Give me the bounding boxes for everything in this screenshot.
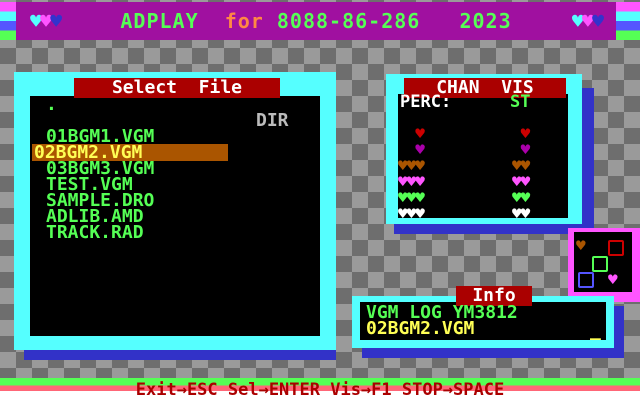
year: 2023	[459, 9, 512, 33]
app-name: ADPLAY	[120, 9, 199, 33]
title-bar: ♥♥♥ ADPLAY for 8088-86-286 2023 ♥♥♥	[16, 2, 616, 40]
file-entry[interactable]: TRACK.RAD	[46, 224, 144, 242]
help-text: Exit→ESC Sel→ENTER Vis→F1 STOP→SPACE	[135, 380, 505, 400]
heart-icon: ♥	[591, 9, 604, 33]
perc-label: PERC:	[400, 92, 452, 112]
file-panel-title: Select File	[74, 78, 280, 98]
dir-label: DIR	[256, 110, 289, 131]
app-title: ADPLAY for 8088-86-286 2023	[120, 9, 511, 33]
perc-meter-row: ♥♥♥	[398, 204, 425, 223]
info-file-line: 02BGM2.VGM	[366, 318, 475, 339]
text-cursor: _	[590, 320, 601, 341]
heart-icon: ♥	[40, 9, 52, 33]
title-hearts-left: ♥♥♥	[30, 9, 62, 33]
platforms: 8088-86-286	[276, 9, 421, 33]
title-hearts-right: ♥♥♥	[571, 9, 604, 33]
red-face-icon	[608, 240, 624, 256]
green-face-icon	[592, 256, 608, 272]
file-entry-parent[interactable]: .	[46, 96, 57, 114]
help-bar: Exit→ESC Sel→ENTER Vis→F1 STOP→SPACE	[0, 378, 640, 400]
heart-icon: ♥	[581, 9, 594, 33]
st-meter-row: ♥♥	[512, 204, 530, 223]
title-bar-right-stripe	[612, 2, 640, 40]
heart-icon: ♥	[576, 236, 586, 255]
heart-icon: ♥	[608, 270, 618, 289]
heart-icon: ♥	[50, 9, 62, 33]
title-for: for	[224, 9, 264, 33]
st-label: ST	[510, 92, 531, 112]
heart-icon: ♥	[571, 9, 584, 33]
heart-icon: ♥	[30, 9, 42, 33]
blue-face-icon	[578, 272, 594, 288]
